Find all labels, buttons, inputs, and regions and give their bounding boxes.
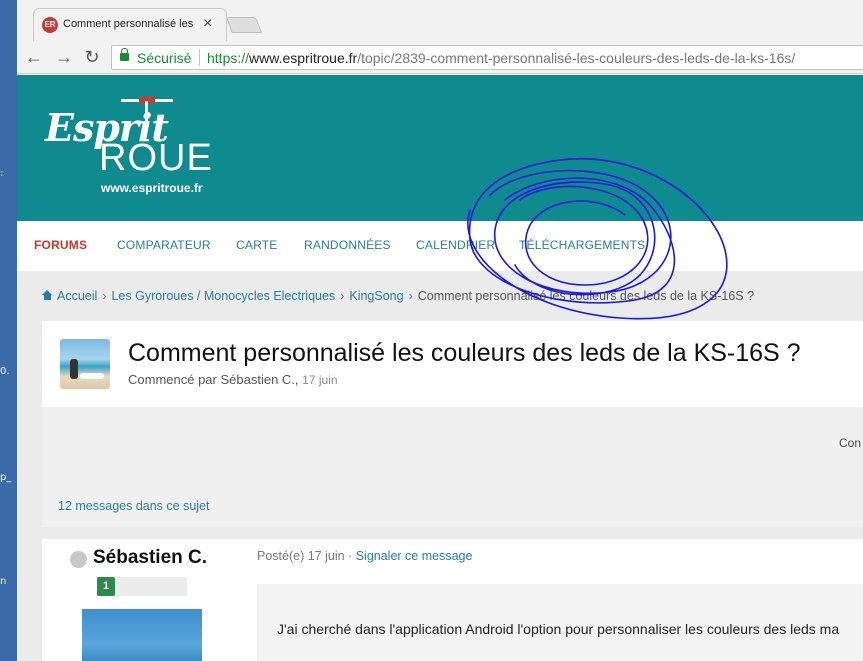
desktop-text-fragment: p_ (0, 472, 12, 483)
site-favicon-icon: ER (42, 17, 58, 33)
url-host: www.espritroue.fr (249, 50, 358, 66)
breadcrumb-home[interactable]: Accueil (57, 289, 97, 303)
avatar-figure (70, 359, 78, 379)
nav-comparateur[interactable]: COMPARATEUR (117, 238, 211, 252)
site-nav: FORUMS COMPARATEUR CARTE RANDONNÉES CALE… (17, 221, 863, 271)
secure-label: Sécurisé (137, 50, 192, 66)
address-separator (199, 49, 200, 66)
reputation-badge: 1 (97, 577, 115, 596)
post-item: Sébastien C. 1 Posté(e) 17 juin · Signal… (42, 539, 863, 661)
nav-calendrier[interactable]: CALENDRIER (416, 238, 495, 252)
tab-strip: ER Comment personnalisé les c × (17, 0, 863, 41)
topic-started-date: 17 juin (302, 373, 338, 387)
desktop-text-fragment: n (0, 576, 7, 587)
topic-started-by: Commencé par Sébastien C., 17 juin (128, 372, 338, 387)
topic-action-button[interactable]: Con (839, 436, 861, 450)
reputation-bar: 1 (97, 577, 187, 596)
breadcrumb-separator: › (340, 289, 345, 303)
nav-telechargements[interactable]: TÉLÉCHARGEMENTS (519, 238, 645, 252)
breadcrumb-forum[interactable]: KingSong (349, 289, 403, 303)
post-meta-separator: · (348, 549, 353, 563)
logo-url-text: www.espritroue.fr (101, 181, 203, 195)
page-title: Comment personnalisé les couleurs des le… (128, 339, 801, 367)
online-status-icon (70, 551, 87, 568)
main-content: Accueil › Les Gyroroues / Monocycles Elect… (17, 271, 863, 661)
home-icon (42, 290, 53, 300)
post-author-name[interactable]: Sébastien C. (93, 547, 207, 569)
desktop-text-fragment: 0. (0, 366, 10, 377)
desktop-text-fragment: : (0, 168, 4, 179)
avatar-board (80, 373, 104, 379)
topic-header: Comment personnalisé les couleurs des le… (42, 321, 863, 407)
url-path: /topic/2839-comment-personnalisé-les-cou… (357, 50, 796, 66)
topic-actions-bar: Con 12 messages dans ce sujet (42, 407, 863, 527)
nav-randonnees[interactable]: RANDONNÉES (304, 238, 391, 252)
reload-icon[interactable]: ↻ (81, 46, 103, 68)
browser-toolbar: ← → ↻ Sécurisé https://www.espritroue.fr… (17, 41, 863, 74)
breadcrumb: Accueil › Les Gyroroues / Monocycles Elect… (42, 289, 754, 303)
message-count: 12 messages dans ce sujet (58, 499, 210, 513)
browser-tab-active[interactable]: ER Comment personnalisé les c × (33, 8, 227, 41)
report-post-link[interactable]: Signaler ce message (356, 549, 473, 563)
breadcrumb-separator: › (102, 289, 107, 303)
site-logo[interactable]: Esprit ROUE www.espritroue.fr (43, 95, 223, 205)
tab-close-icon[interactable]: × (203, 15, 212, 33)
post-date: Posté(e) 17 juin (257, 549, 345, 563)
topic-started-text: Commencé par Sébastien C., (128, 372, 299, 387)
back-arrow-icon[interactable]: ← (23, 46, 45, 68)
lock-icon (120, 48, 129, 61)
logo-text-roue: ROUE (99, 137, 213, 179)
new-tab-button[interactable] (226, 17, 262, 33)
forward-arrow-icon[interactable]: → (53, 46, 75, 68)
breadcrumb-separator: › (408, 289, 413, 303)
tab-title: Comment personnalisé les c (63, 18, 193, 30)
url-scheme: https:// (207, 50, 250, 66)
post-body: J'ai cherché dans l'application Android … (257, 584, 863, 661)
nav-carte[interactable]: CARTE (236, 238, 277, 252)
address-bar[interactable]: Sécurisé https://www.espritroue.fr/topic… (111, 45, 863, 70)
breadcrumb-current: Comment personnalisé les couleurs des le… (417, 289, 755, 303)
url-text[interactable]: https://www.espritroue.fr/topic/2839-com… (207, 50, 795, 66)
desktop-background: : 0. p_ n (0, 0, 18, 661)
topic-author-avatar[interactable] (60, 339, 110, 389)
nav-forums[interactable]: FORUMS (34, 238, 87, 252)
post-author-photo[interactable] (82, 609, 202, 661)
breadcrumb-category[interactable]: Les Gyroroues / Monocycles Electriques (111, 289, 335, 303)
post-text: J'ai cherché dans l'application Android … (277, 621, 840, 637)
browser-window: ER Comment personnalisé les c × ← → ↻ Sé… (17, 0, 863, 661)
post-meta: Posté(e) 17 juin · Signaler ce message (257, 549, 472, 563)
site-header: Esprit ROUE www.espritroue.fr (17, 75, 863, 221)
